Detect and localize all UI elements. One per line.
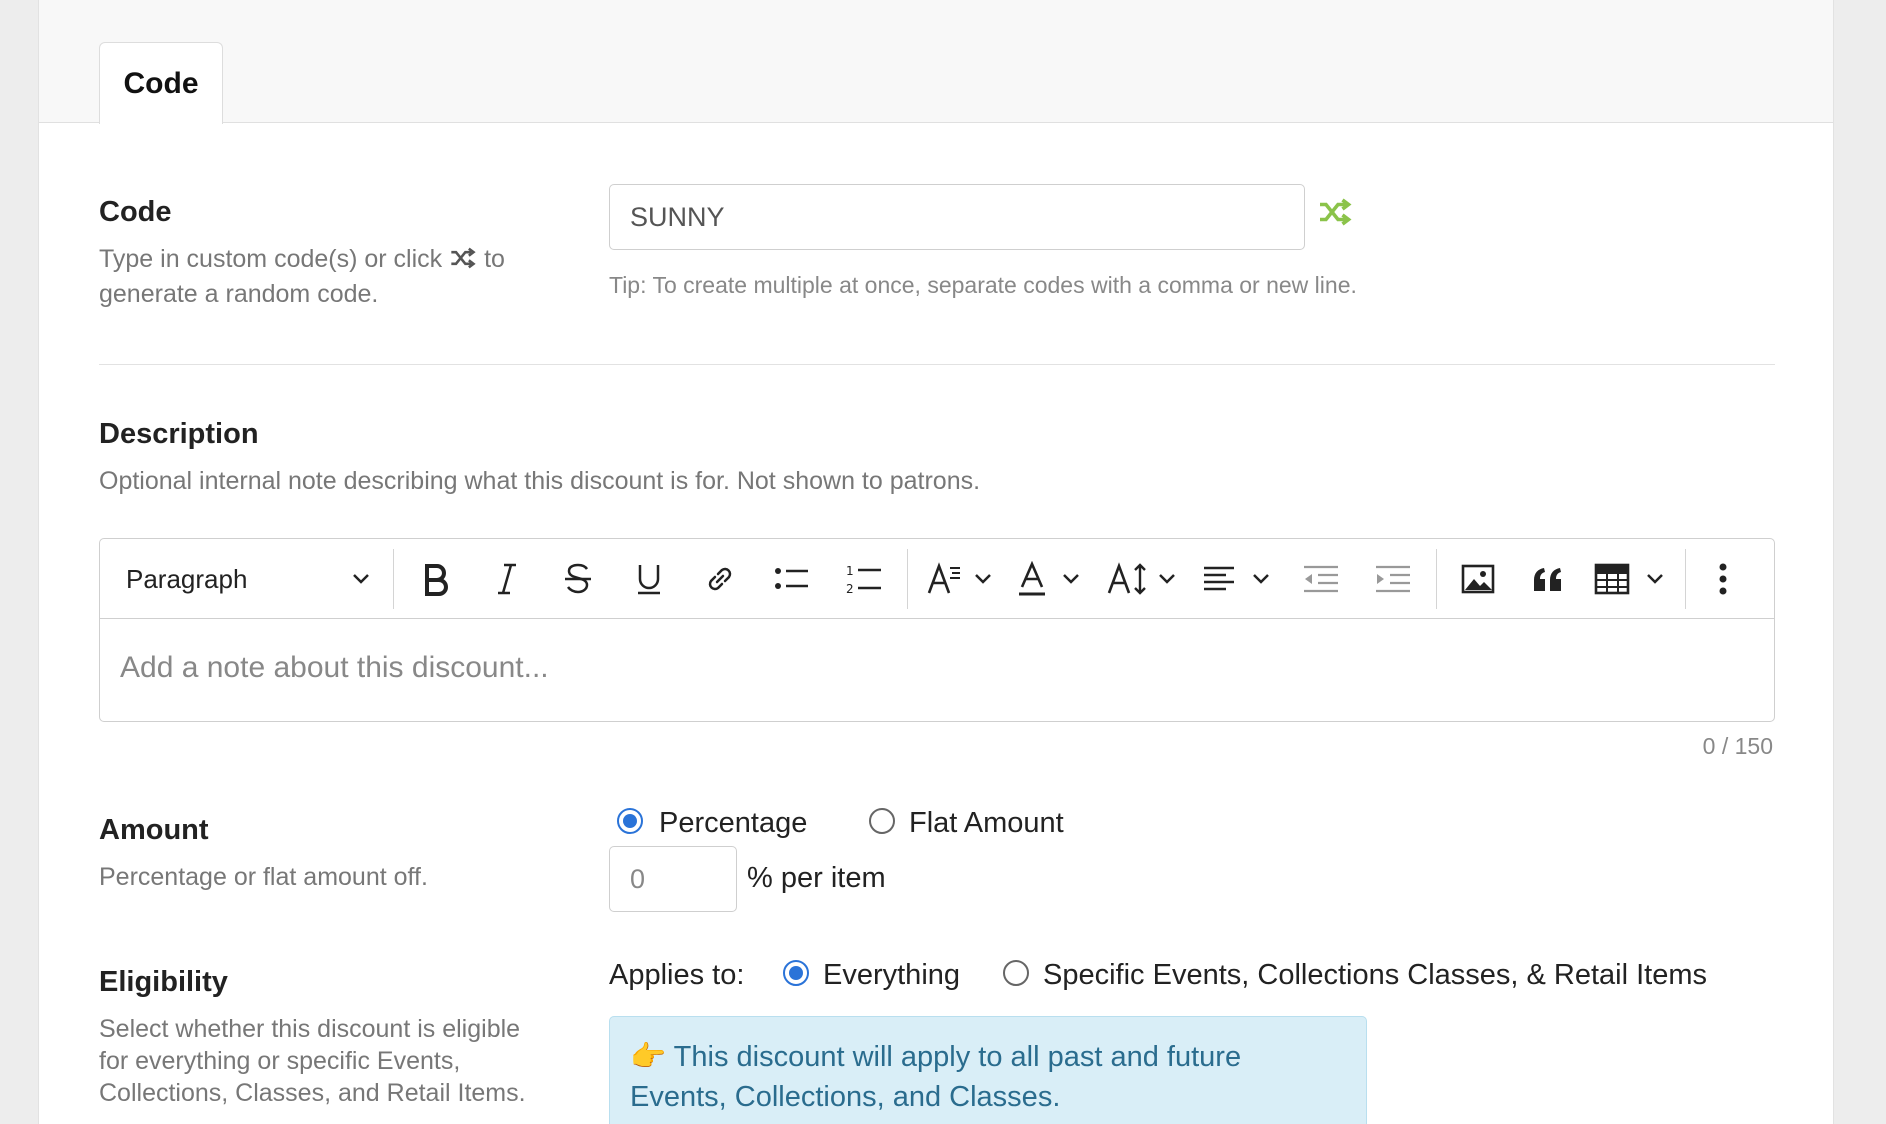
- discount-form-page: Code Code Type in custom code(s) or clic…: [38, 0, 1834, 1124]
- tab-bar: Code: [39, 0, 1833, 124]
- font-size-icon: [1107, 562, 1175, 595]
- description-help-text: Optional internal note describing what t…: [99, 467, 981, 495]
- character-counter: 0 / 150: [1702, 733, 1773, 759]
- font-color-dropdown[interactable]: [1010, 539, 1090, 619]
- info-text-line1: This discount will apply to all past and…: [673, 1041, 1242, 1073]
- amount-label: Amount: [99, 814, 209, 846]
- applies-to-label: Applies to:: [609, 959, 745, 991]
- indent-icon: [1376, 565, 1410, 593]
- eligibility-help-line: Collections, Classes, and Retail Items.: [99, 1079, 526, 1107]
- flat-amount-radio[interactable]: [869, 808, 895, 834]
- svg-text:2: 2: [846, 582, 854, 596]
- indent-button[interactable]: [1362, 539, 1424, 619]
- eligibility-help-text: Select whether this discount is eligible…: [99, 1013, 526, 1109]
- bold-button[interactable]: [406, 539, 466, 619]
- outdent-icon: [1304, 565, 1338, 593]
- blockquote-button[interactable]: [1518, 539, 1578, 619]
- section-divider: [99, 364, 1775, 365]
- specific-items-radio[interactable]: [1003, 960, 1029, 986]
- strikethrough-icon: [565, 563, 591, 594]
- blockquote-icon: [1534, 568, 1561, 591]
- bulleted-list-icon: [775, 568, 808, 589]
- more-vertical-icon: [1719, 563, 1727, 595]
- code-tip: Tip: To create multiple at once, separat…: [609, 272, 1357, 298]
- pointing-hand-icon: 👉: [630, 1041, 667, 1073]
- info-text-line2: Events, Collections, and Classes.: [630, 1081, 1061, 1113]
- bulleted-list-button[interactable]: [761, 539, 823, 619]
- percentage-radio-label[interactable]: Percentage: [659, 807, 807, 840]
- outdent-button[interactable]: [1290, 539, 1352, 619]
- block-format-value: Paragraph: [126, 563, 248, 594]
- table-icon: [1594, 563, 1663, 595]
- insert-table-dropdown[interactable]: [1588, 539, 1674, 619]
- italic-button[interactable]: [477, 539, 537, 619]
- flat-amount-radio-label[interactable]: Flat Amount: [909, 807, 1064, 840]
- amount-unit: % per item: [747, 862, 886, 894]
- code-help-part2: to: [484, 245, 505, 273]
- more-options-button[interactable]: [1698, 539, 1748, 619]
- shuffle-icon: [1320, 198, 1352, 226]
- svg-text:1: 1: [846, 564, 854, 578]
- amount-input[interactable]: [609, 846, 737, 912]
- numbered-list-button[interactable]: 12: [833, 539, 895, 619]
- insert-image-button[interactable]: [1448, 539, 1508, 619]
- editor-content-area[interactable]: Add a note about this discount...: [120, 651, 549, 685]
- italic-icon: [498, 563, 516, 595]
- alignment-dropdown[interactable]: [1196, 539, 1280, 619]
- font-family-dropdown[interactable]: [920, 539, 1000, 619]
- eligibility-info-box: 👉 This discount will apply to all past a…: [609, 1016, 1367, 1124]
- toolbar-separator: [1436, 549, 1437, 609]
- link-icon: [708, 567, 732, 591]
- bold-icon: [425, 564, 448, 596]
- everything-radio[interactable]: [783, 960, 809, 986]
- underline-icon: [638, 565, 660, 595]
- shuffle-icon: [449, 246, 477, 278]
- everything-radio-label[interactable]: Everything: [823, 959, 960, 992]
- underline-button[interactable]: [619, 539, 679, 619]
- toolbar-separator: [1685, 549, 1686, 609]
- toolbar-separator: [907, 549, 908, 609]
- code-help-line2: generate a random code.: [99, 280, 379, 308]
- code-input[interactable]: [609, 184, 1305, 250]
- image-icon: [1461, 564, 1495, 594]
- font-color-icon: [1019, 561, 1079, 596]
- block-format-dropdown[interactable]: Paragraph: [126, 539, 370, 619]
- amount-help-text: Percentage or flat amount off.: [99, 863, 428, 891]
- strikethrough-button[interactable]: [548, 539, 608, 619]
- code-help-part1: Type in custom code(s) or click: [99, 245, 443, 273]
- align-left-icon: [1204, 566, 1269, 591]
- numbered-list-icon: 12: [846, 564, 881, 596]
- generate-random-code-button[interactable]: [1317, 197, 1357, 231]
- specific-items-radio-label[interactable]: Specific Events, Collections Classes, & …: [1043, 959, 1707, 992]
- chevron-down-icon: [353, 574, 369, 584]
- description-label: Description: [99, 418, 259, 450]
- code-help-text: Type in custom code(s) or click to gener…: [99, 243, 505, 310]
- editor-toolbar: Paragraph 12: [100, 539, 1774, 619]
- eligibility-label: Eligibility: [99, 966, 228, 998]
- link-button[interactable]: [690, 539, 750, 619]
- toolbar-separator: [393, 549, 394, 609]
- font-family-icon: [927, 562, 991, 594]
- code-label: Code: [99, 196, 172, 228]
- eligibility-help-line: for everything or specific Events,: [99, 1047, 461, 1075]
- percentage-radio[interactable]: [617, 808, 643, 834]
- tab-code[interactable]: Code: [99, 42, 223, 124]
- font-size-dropdown[interactable]: [1100, 539, 1186, 619]
- rich-text-editor: Paragraph 12 Add a note about this disco…: [99, 538, 1775, 722]
- eligibility-help-line: Select whether this discount is eligible: [99, 1015, 521, 1043]
